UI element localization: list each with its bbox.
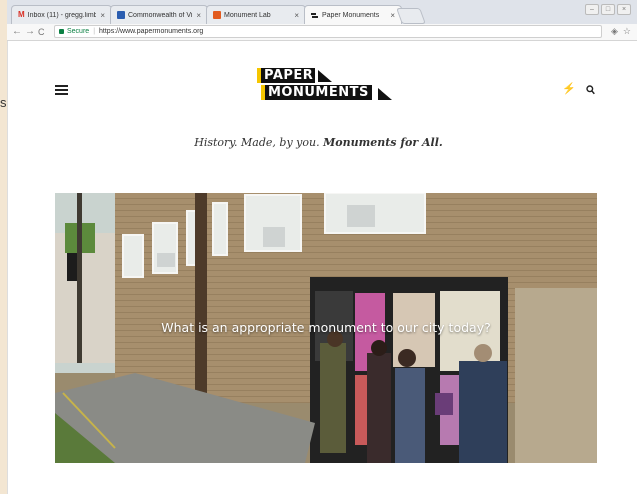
tab-monument-lab[interactable]: Monument Lab × bbox=[206, 5, 306, 24]
bolt-icon[interactable]: ⚡ bbox=[562, 82, 576, 95]
logo-flag-shape bbox=[378, 88, 392, 100]
tab-inbox[interactable]: M Inbox (11) - gregg.limb × bbox=[11, 5, 112, 24]
hero-image: What is an appropriate monument to our c… bbox=[55, 193, 597, 463]
background-window-edge bbox=[0, 0, 8, 494]
back-icon[interactable]: ← bbox=[12, 26, 22, 37]
menu-icon[interactable] bbox=[55, 85, 68, 95]
url-text: https://www.papermonuments.org bbox=[99, 28, 204, 35]
logo-word-paper: PAPER bbox=[256, 68, 316, 83]
new-tab-button[interactable] bbox=[396, 8, 426, 24]
secure-label: Secure bbox=[67, 28, 90, 35]
lock-icon bbox=[59, 29, 64, 34]
address-bar-row: ← → C Secure | https://www.papermonument… bbox=[7, 24, 637, 41]
site-favicon-icon bbox=[213, 11, 221, 19]
separator: | bbox=[93, 28, 96, 35]
close-icon[interactable]: × bbox=[100, 11, 105, 20]
logo-word-monuments: MONUMENTS bbox=[261, 85, 372, 100]
window-controls: – □ × bbox=[585, 4, 631, 15]
tab-title: Inbox (11) - gregg.limb bbox=[27, 11, 97, 19]
close-window-button[interactable]: × bbox=[617, 4, 631, 15]
hero-caption: What is an appropriate monument to our c… bbox=[161, 320, 491, 335]
logo-flag-shape bbox=[318, 70, 332, 82]
reload-icon[interactable]: C bbox=[38, 27, 45, 37]
tab-title: Monument Lab bbox=[224, 11, 271, 19]
minimize-button[interactable]: – bbox=[585, 4, 599, 15]
paper-monuments-favicon-icon bbox=[311, 12, 319, 20]
maximize-button[interactable]: □ bbox=[601, 4, 615, 15]
background-window-text: s bbox=[0, 95, 7, 110]
tab-title: Paper Monuments bbox=[322, 12, 380, 19]
address-bar[interactable]: Secure | https://www.papermonuments.org bbox=[54, 25, 602, 38]
site-favicon-icon bbox=[117, 11, 125, 19]
tab-commonwealth[interactable]: Commonwealth of Virgi × bbox=[110, 5, 208, 24]
tab-paper-monuments[interactable]: Paper Monuments × bbox=[304, 5, 402, 25]
forward-icon[interactable]: → bbox=[25, 26, 35, 37]
star-icon[interactable]: ☆ bbox=[623, 26, 631, 37]
toolbar-icons: ◈ ☆ bbox=[611, 26, 631, 37]
close-icon[interactable]: × bbox=[390, 11, 395, 20]
tagline-emphasis: Monuments for All. bbox=[323, 136, 443, 149]
site-tagline: History. Made, by you. Monuments for All… bbox=[0, 136, 637, 149]
gmail-icon: M bbox=[18, 10, 25, 19]
tab-bar: M Inbox (11) - gregg.limb × Commonwealth… bbox=[7, 0, 637, 25]
tab-title: Commonwealth of Virgi bbox=[128, 11, 193, 19]
tagline-text: History. Made, by you. bbox=[194, 136, 320, 149]
close-icon[interactable]: × bbox=[294, 11, 299, 20]
site-logo[interactable]: PAPER MONUMENTS bbox=[256, 68, 395, 104]
search-icon[interactable] bbox=[586, 82, 595, 95]
close-icon[interactable]: × bbox=[196, 11, 201, 20]
extension-icon[interactable]: ◈ bbox=[611, 26, 618, 37]
